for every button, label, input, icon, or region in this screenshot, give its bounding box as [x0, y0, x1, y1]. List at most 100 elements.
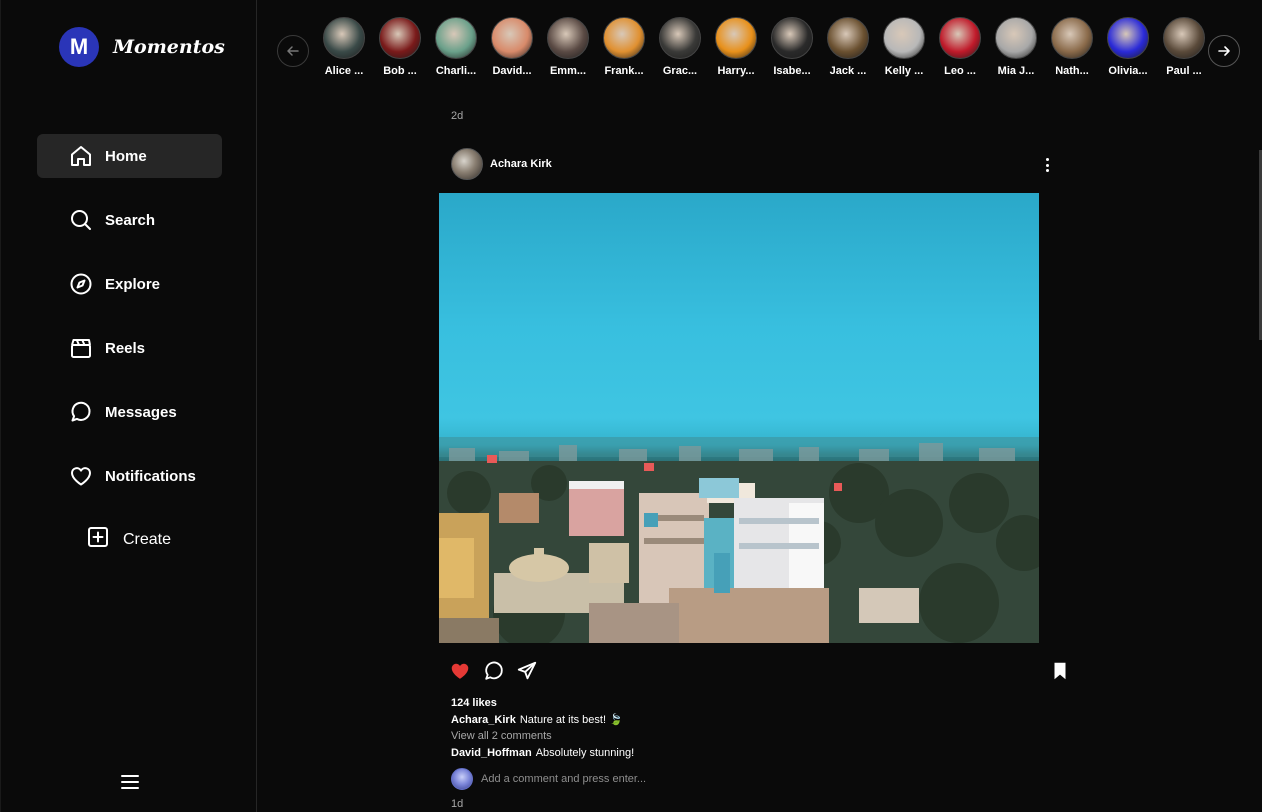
- sidebar: M Momentos Home Search Explore Reels Mes…: [0, 0, 257, 812]
- message-bubble-icon: [69, 400, 93, 424]
- view-all-comments-link[interactable]: View all 2 comments: [451, 730, 552, 742]
- story-name: Frank...: [604, 65, 644, 77]
- nav-item-search[interactable]: Search: [37, 198, 222, 242]
- comment-input[interactable]: [481, 773, 981, 785]
- nav-item-home[interactable]: Home: [37, 134, 222, 178]
- story-avatar: [659, 17, 701, 59]
- story-name: Harry...: [717, 65, 755, 77]
- comment-text: Absolutely stunning!: [535, 747, 635, 759]
- heart-filled-icon: [451, 663, 469, 679]
- story-name: Emm...: [549, 65, 587, 77]
- caption-username[interactable]: Achara_Kirk: [451, 714, 516, 726]
- story-name: Bob ...: [383, 65, 417, 77]
- post-caption: Achara_Kirk Nature at its best! 🍃: [451, 713, 623, 726]
- story-item[interactable]: Alice ...: [320, 17, 368, 77]
- nav-label-home: Home: [105, 147, 147, 165]
- arrow-left-icon: [287, 46, 299, 56]
- story-item[interactable]: Harry...: [712, 17, 760, 77]
- brand-name: Momentos: [113, 36, 225, 58]
- post-actions: [449, 660, 1069, 684]
- comment: David_Hoffman Absolutely stunning!: [451, 747, 634, 759]
- story-item[interactable]: Isabe...: [768, 17, 816, 77]
- post-avatar[interactable]: [451, 148, 483, 180]
- story-avatar: [1107, 17, 1149, 59]
- city-skyline-illustration: [439, 437, 1039, 643]
- create-button[interactable]: Create: [87, 526, 171, 553]
- story-avatar: [491, 17, 533, 59]
- clapperboard-icon: [69, 336, 93, 360]
- compass-icon: [69, 272, 93, 296]
- story-name: Kelly ...: [884, 65, 924, 77]
- story-item[interactable]: Emm...: [544, 17, 592, 77]
- story-avatar: [995, 17, 1037, 59]
- story-avatar: [827, 17, 869, 59]
- story-avatar: [1163, 17, 1205, 59]
- add-comment-row: [451, 768, 981, 790]
- search-icon: [69, 208, 93, 232]
- stories-next-button[interactable]: [1208, 35, 1240, 67]
- story-name: Charli...: [435, 65, 477, 77]
- nav-label-notifications: Notifications: [105, 467, 196, 485]
- story-item[interactable]: Bob ...: [376, 17, 424, 77]
- story-name: Isabe...: [773, 65, 811, 77]
- story-item[interactable]: Nath...: [1048, 17, 1096, 77]
- brand[interactable]: M Momentos: [59, 27, 225, 67]
- story-name: Paul ...: [1166, 65, 1202, 77]
- nav-item-messages[interactable]: Messages: [37, 390, 222, 434]
- nav-item-notifications[interactable]: Notifications: [37, 454, 222, 498]
- nav-label-reels: Reels: [105, 339, 146, 357]
- story-name: Jack ...: [829, 65, 867, 77]
- story-avatar: [883, 17, 925, 59]
- current-user-avatar: [451, 768, 473, 790]
- story-name: David...: [492, 65, 532, 77]
- story-avatar: [771, 17, 813, 59]
- stories-prev-button[interactable]: [277, 35, 309, 67]
- more-options-icon[interactable]: [1040, 157, 1054, 173]
- story-avatar: [939, 17, 981, 59]
- like-button[interactable]: [449, 660, 471, 682]
- comment-button[interactable]: [483, 660, 505, 682]
- brand-logo: M: [59, 27, 99, 67]
- story-avatar: [435, 17, 477, 59]
- share-button[interactable]: [516, 660, 538, 682]
- nav-item-explore[interactable]: Explore: [37, 262, 222, 306]
- story-item[interactable]: Frank...: [600, 17, 648, 77]
- nav-item-reels[interactable]: Reels: [37, 326, 222, 370]
- story-name: Leo ...: [944, 65, 976, 77]
- story-item[interactable]: Kelly ...: [880, 17, 928, 77]
- save-button[interactable]: [1049, 660, 1071, 682]
- send-icon: [517, 661, 537, 680]
- story-name: Mia J...: [997, 65, 1035, 77]
- nav-label-explore: Explore: [105, 275, 161, 293]
- previous-post-time: 2d: [451, 110, 464, 122]
- story-item[interactable]: Paul ...: [1160, 17, 1208, 77]
- story-avatar: [603, 17, 645, 59]
- story-item[interactable]: Mia J...: [992, 17, 1040, 77]
- home-icon: [69, 144, 93, 168]
- story-name: Grac...: [662, 65, 698, 77]
- story-item[interactable]: Leo ...: [936, 17, 984, 77]
- story-item[interactable]: Olivia...: [1104, 17, 1152, 77]
- next-post-time: 1d: [451, 798, 464, 810]
- story-item[interactable]: David...: [488, 17, 536, 77]
- arrow-right-icon: [1218, 46, 1230, 56]
- caption-text: Nature at its best! 🍃: [519, 714, 623, 726]
- post-username[interactable]: Achara Kirk: [490, 158, 552, 170]
- post-header: Achara Kirk: [451, 148, 552, 180]
- comment-username[interactable]: David_Hoffman: [451, 747, 532, 759]
- comment-icon: [485, 661, 503, 680]
- plus-square-icon: [87, 526, 109, 553]
- post-image[interactable]: [439, 193, 1039, 643]
- story-item[interactable]: Jack ...: [824, 17, 872, 77]
- heart-icon: [69, 464, 93, 488]
- nav-label-search: Search: [105, 211, 156, 229]
- hamburger-menu-icon[interactable]: [119, 772, 141, 792]
- story-avatar: [1051, 17, 1093, 59]
- stories-bar: Alice ... Bob ... Charli... David... Emm... F…: [258, 0, 1262, 100]
- story-item[interactable]: Charli...: [432, 17, 480, 77]
- story-item[interactable]: Grac...: [656, 17, 704, 77]
- story-name: Alice ...: [324, 65, 364, 77]
- nav-label-messages: Messages: [105, 403, 177, 421]
- story-avatar: [715, 17, 757, 59]
- story-avatar: [379, 17, 421, 59]
